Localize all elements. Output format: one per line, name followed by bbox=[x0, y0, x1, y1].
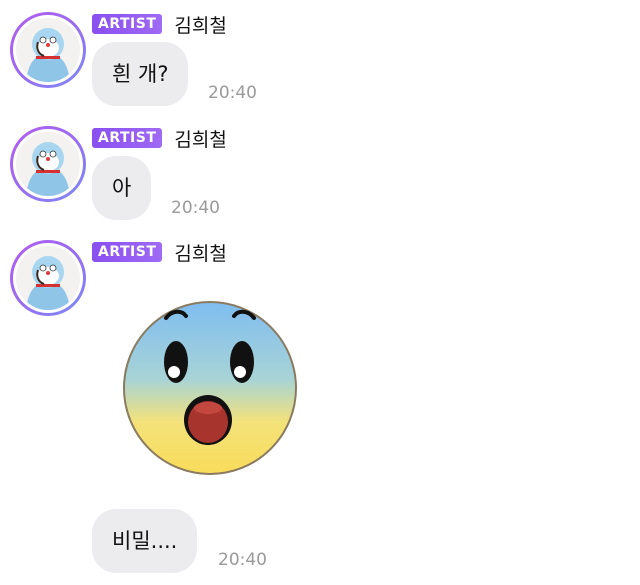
message-timestamp: 20:40 bbox=[218, 550, 267, 570]
chat-message-list: ARTIST 김희철 흰 개? 20:40 ARTIST 김희철 아 20:40… bbox=[0, 0, 640, 585]
message-bubble[interactable]: 비밀.... bbox=[92, 509, 198, 573]
author-name[interactable]: 김희철 bbox=[174, 239, 226, 266]
message-bubble[interactable]: 아 bbox=[92, 156, 152, 220]
avatar-photo bbox=[16, 246, 80, 310]
artist-badge: ARTIST bbox=[92, 128, 163, 148]
message-timestamp: 20:40 bbox=[171, 198, 220, 218]
avatar[interactable] bbox=[10, 126, 86, 202]
author-row: ARTIST 김희철 bbox=[92, 11, 227, 38]
avatar[interactable] bbox=[10, 240, 86, 316]
user-photo-icon bbox=[16, 132, 80, 196]
message-bubble[interactable]: 흰 개? bbox=[92, 42, 189, 106]
shocked-face-emoji[interactable] bbox=[120, 298, 300, 478]
author-row: ARTIST 김희철 bbox=[92, 239, 227, 266]
artist-badge: ARTIST bbox=[92, 14, 163, 34]
user-photo-icon bbox=[16, 246, 80, 310]
author-name[interactable]: 김희철 bbox=[174, 125, 226, 152]
avatar[interactable] bbox=[10, 12, 86, 88]
shocked-face-icon bbox=[123, 301, 297, 475]
author-row: ARTIST 김희철 bbox=[92, 125, 227, 152]
avatar-photo bbox=[16, 18, 80, 82]
user-photo-icon bbox=[16, 18, 80, 82]
artist-badge: ARTIST bbox=[92, 242, 163, 262]
message-timestamp: 20:40 bbox=[208, 83, 257, 103]
author-name[interactable]: 김희철 bbox=[174, 11, 226, 38]
avatar-photo bbox=[16, 132, 80, 196]
